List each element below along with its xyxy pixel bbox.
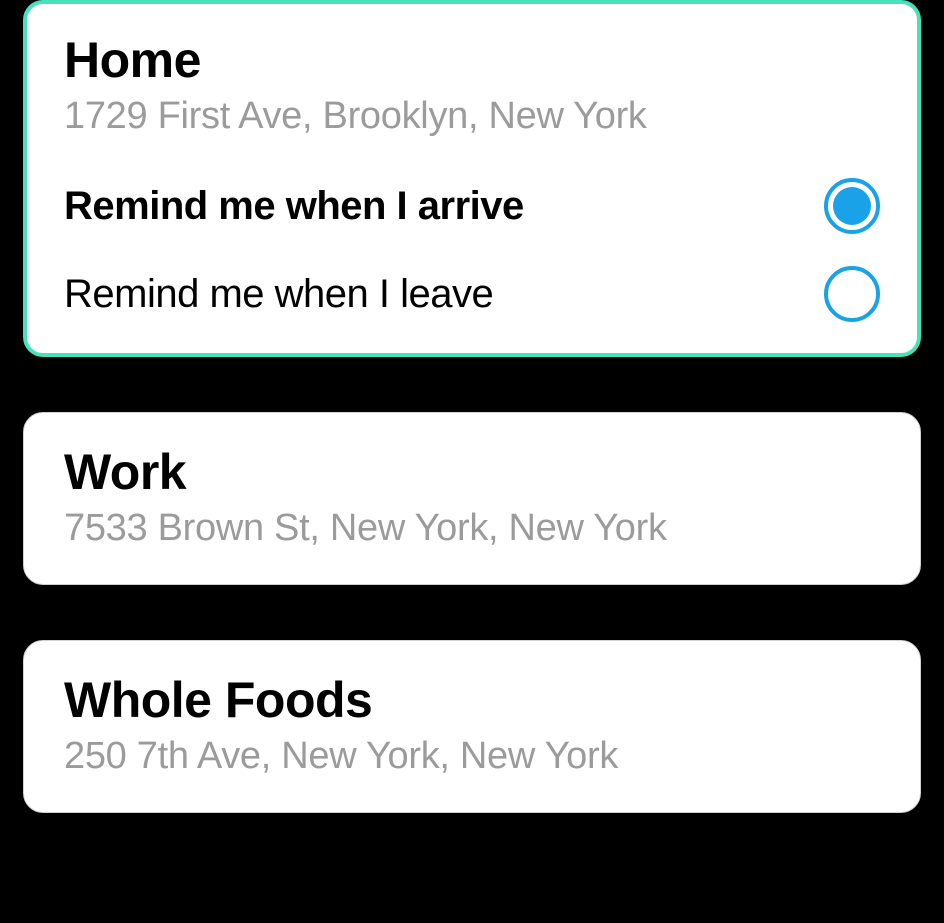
option-label: Remind me when I leave: [64, 272, 493, 317]
location-card-home[interactable]: Home 1729 First Ave, Brooklyn, New York …: [23, 0, 921, 357]
location-card-work[interactable]: Work 7533 Brown St, New York, New York: [23, 412, 921, 585]
location-card-whole-foods[interactable]: Whole Foods 250 7th Ave, New York, New Y…: [23, 640, 921, 813]
location-address: 7533 Brown St, New York, New York: [64, 507, 880, 550]
option-remind-leave[interactable]: Remind me when I leave: [64, 266, 880, 322]
location-address: 250 7th Ave, New York, New York: [64, 735, 880, 778]
location-title: Home: [64, 31, 880, 89]
location-title: Work: [64, 443, 880, 501]
radio-icon[interactable]: [824, 178, 880, 234]
location-address: 1729 First Ave, Brooklyn, New York: [64, 95, 880, 138]
reminder-options: Remind me when I arrive Remind me when I…: [64, 178, 880, 322]
option-remind-arrive[interactable]: Remind me when I arrive: [64, 178, 880, 234]
radio-icon[interactable]: [824, 266, 880, 322]
option-label: Remind me when I arrive: [64, 184, 524, 229]
location-title: Whole Foods: [64, 671, 880, 729]
